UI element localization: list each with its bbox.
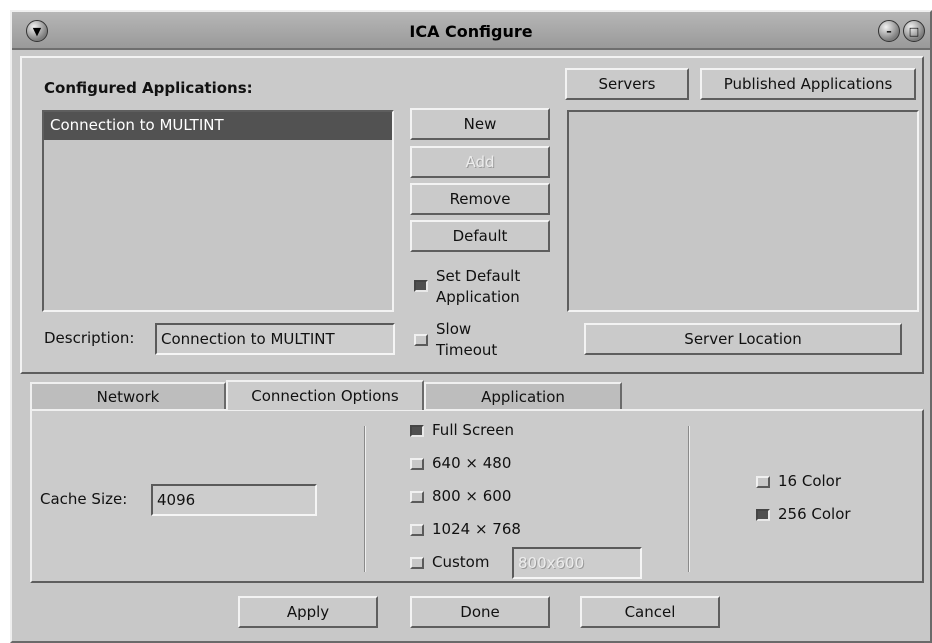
published-applications-button[interactable]: Published Applications [700, 68, 916, 100]
configured-apps-list[interactable]: Connection to MULTINT [42, 110, 394, 312]
minimize-icon[interactable]: – [878, 20, 900, 42]
default-button[interactable]: Default [410, 220, 550, 252]
remove-button[interactable]: Remove [410, 183, 550, 215]
full-screen-checkbox[interactable] [410, 425, 424, 437]
set-default-checkbox[interactable] [414, 280, 428, 292]
res-800-label: 800 × 600 [432, 487, 512, 505]
custom-resolution-field[interactable]: 800x600 [512, 547, 642, 579]
res-800-checkbox[interactable] [410, 491, 424, 503]
title-bar: ▼ ICA Configure – □ [12, 12, 930, 50]
configured-apps-label: Configured Applications: [44, 79, 253, 97]
res-640-label: 640 × 480 [432, 454, 512, 472]
add-button[interactable]: Add [410, 146, 550, 178]
window-title: ICA Configure [409, 22, 533, 41]
color-16-label: 16 Color [778, 472, 842, 490]
maximize-icon[interactable]: □ [903, 20, 925, 42]
set-default-line1: Set Default [436, 267, 521, 285]
server-location-button[interactable]: Server Location [584, 323, 902, 355]
ica-configure-window: ▼ ICA Configure – □ Configured Applicati… [10, 10, 932, 643]
full-screen-label: Full Screen [432, 421, 514, 439]
apply-button[interactable]: Apply [238, 596, 378, 628]
tab-application[interactable]: Application [424, 382, 622, 410]
res-1024-checkbox[interactable] [410, 524, 424, 536]
cancel-button[interactable]: Cancel [580, 596, 720, 628]
res-640-checkbox[interactable] [410, 458, 424, 470]
cache-size-field[interactable]: 4096 [151, 484, 317, 516]
color-16-checkbox[interactable] [756, 476, 770, 488]
description-field[interactable]: Connection to MULTINT [155, 323, 395, 355]
separator-left [364, 426, 366, 572]
servers-button[interactable]: Servers [565, 68, 689, 100]
tab-network[interactable]: Network [30, 382, 226, 410]
slow-timeout-label: Slow Timeout [436, 319, 497, 361]
color-256-checkbox[interactable] [756, 509, 770, 521]
slow-timeout-checkbox[interactable] [414, 334, 428, 346]
set-default-label: Set Default Application [436, 266, 520, 308]
list-item-selected[interactable]: Connection to MULTINT [44, 112, 392, 140]
color-256-label: 256 Color [778, 505, 851, 523]
new-button[interactable]: New [410, 108, 550, 140]
custom-checkbox[interactable] [410, 557, 424, 569]
done-button[interactable]: Done [410, 596, 550, 628]
set-default-line2: Application [436, 288, 520, 306]
res-1024-label: 1024 × 768 [432, 520, 521, 538]
separator-right [688, 426, 690, 572]
cache-size-label: Cache Size: [40, 490, 128, 508]
tab-connection-options[interactable]: Connection Options [226, 380, 424, 410]
server-list[interactable] [567, 110, 919, 312]
description-label: Description: [44, 329, 135, 347]
slow-timeout-line2: Timeout [436, 341, 498, 359]
slow-timeout-line1: Slow [436, 320, 472, 338]
custom-label: Custom [432, 553, 490, 571]
